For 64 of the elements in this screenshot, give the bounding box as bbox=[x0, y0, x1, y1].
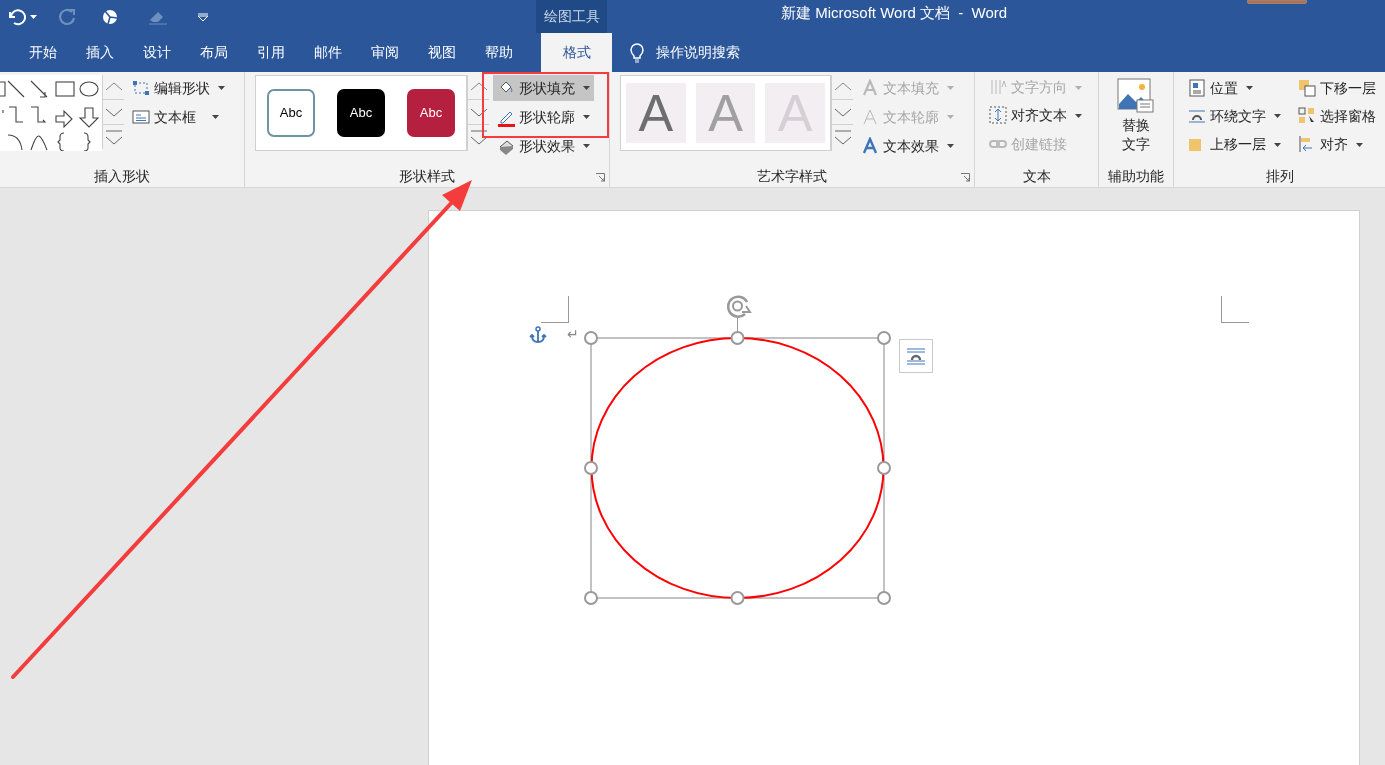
group-label: 文本 bbox=[1022, 169, 1051, 183]
selection-pane-icon bbox=[1298, 106, 1316, 126]
ribbon-tab[interactable]: 设计 bbox=[133, 33, 181, 72]
ribbon-tab[interactable]: 格式 bbox=[541, 33, 612, 72]
wordart-style-swatch[interactable]: A bbox=[626, 83, 686, 143]
ribbon-command[interactable]: 形状效果 bbox=[493, 133, 594, 159]
group-label: 形状样式 bbox=[399, 169, 455, 183]
group-label: 艺术字样式 bbox=[757, 169, 827, 183]
group-label: 排列 bbox=[1265, 169, 1294, 183]
send-backward-icon bbox=[1298, 78, 1316, 98]
position-icon bbox=[1188, 78, 1206, 98]
ribbon-command[interactable]: 上移一层 bbox=[1184, 131, 1290, 158]
ribbon-tab[interactable]: 帮助 bbox=[475, 33, 523, 72]
dialog-launcher-icon[interactable] bbox=[596, 173, 605, 182]
contextual-tab-header: 绘图工具 bbox=[536, 0, 607, 33]
lightbulb-icon bbox=[630, 42, 644, 63]
ribbon-command[interactable]: 形状填充 bbox=[493, 75, 594, 101]
ribbon-tab[interactable]: 审阅 bbox=[361, 33, 409, 72]
layout-options-button[interactable] bbox=[899, 339, 933, 373]
shape-style-swatch[interactable]: Abc bbox=[337, 89, 386, 137]
ribbon-tab[interactable]: 邮件 bbox=[304, 33, 352, 72]
ribbon-command[interactable]: 下移一层 bbox=[1294, 75, 1385, 101]
ribbon-command[interactable]: 形状轮廓 bbox=[493, 104, 594, 130]
ribbon-command[interactable]: 位置 bbox=[1184, 75, 1290, 101]
ribbon-command[interactable]: 选择窗格 bbox=[1294, 103, 1385, 130]
anchor-icon bbox=[529, 326, 547, 344]
window-title: 新建 Microsoft Word 文档 - Word bbox=[781, 3, 1008, 23]
ribbon-tab[interactable]: 布局 bbox=[190, 33, 238, 72]
image-alt-text-icon bbox=[1117, 78, 1155, 114]
customize-toolbar-icon[interactable] bbox=[197, 11, 209, 22]
redo-icon[interactable] bbox=[57, 6, 77, 27]
tell-me-search[interactable]: 操作说明搜索 bbox=[656, 42, 740, 63]
paragraph-mark: ↵ bbox=[567, 327, 579, 341]
ribbon-tab[interactable]: 开始 bbox=[19, 33, 67, 72]
more-icon bbox=[468, 128, 490, 146]
more-icon bbox=[103, 128, 125, 146]
shape-style-swatch[interactable]: Abc bbox=[267, 89, 316, 137]
margin-corner-mark bbox=[1221, 296, 1249, 323]
edit-points-icon bbox=[132, 78, 150, 98]
ribbon-tab[interactable]: 引用 bbox=[247, 33, 295, 72]
ribbon-tab[interactable]: 视图 bbox=[418, 33, 466, 72]
ribbon-tab[interactable]: 插入 bbox=[76, 33, 124, 72]
letter-a-icon bbox=[861, 78, 879, 98]
ribbon-command[interactable]: 编辑形状 bbox=[128, 75, 229, 101]
dialog-launcher-icon[interactable] bbox=[961, 173, 970, 182]
ribbon-command[interactable]: 对齐 bbox=[1294, 131, 1385, 158]
ribbon-command[interactable]: 文本框 bbox=[128, 104, 229, 130]
wrap-text-icon bbox=[906, 346, 926, 366]
more-icon bbox=[832, 128, 854, 146]
ribbon-command[interactable]: 对齐文本 bbox=[985, 103, 1098, 129]
letter-a-outline-icon bbox=[861, 107, 879, 127]
shape-style-swatch[interactable]: Abc bbox=[407, 89, 455, 137]
letter-a-glow-icon bbox=[861, 136, 879, 156]
shapes-gallery[interactable] bbox=[0, 75, 102, 151]
margin-corner-mark bbox=[541, 296, 569, 323]
group-label: 辅助功能 bbox=[1108, 169, 1164, 183]
align-text-icon bbox=[989, 106, 1007, 126]
ribbon-command[interactable]: 环绕文字 bbox=[1184, 103, 1290, 130]
ribbon-command[interactable]: 文本效果 bbox=[857, 133, 958, 159]
text-box-icon bbox=[132, 107, 150, 127]
undo-icon[interactable] bbox=[6, 7, 26, 26]
caret-icon[interactable] bbox=[30, 14, 37, 19]
group-label: 插入形状 bbox=[94, 169, 150, 183]
alt-text-button[interactable]: 替换文字 bbox=[1113, 78, 1159, 160]
